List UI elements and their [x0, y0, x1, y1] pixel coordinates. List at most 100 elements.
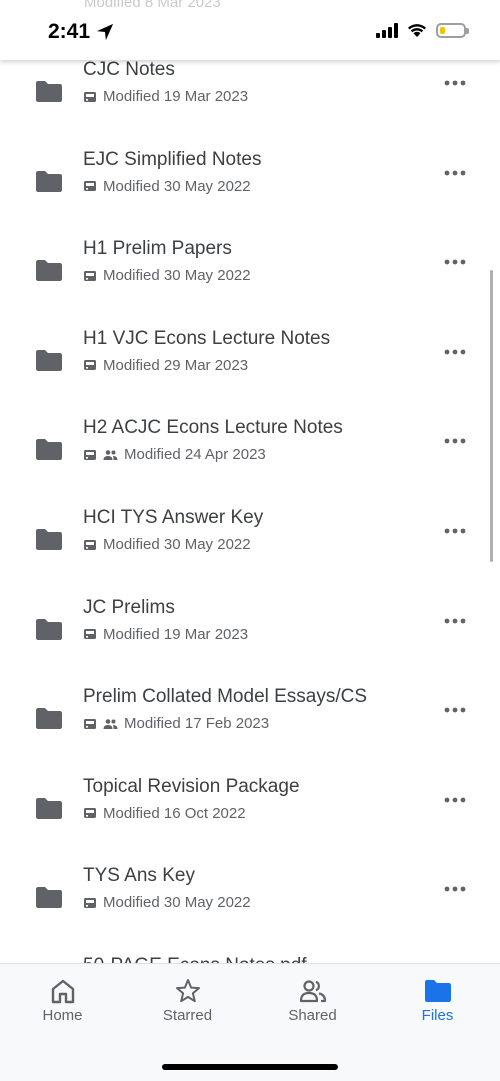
more-options-button[interactable]: [435, 426, 475, 456]
more-options-button[interactable]: [435, 158, 475, 188]
wifi-icon: [408, 24, 426, 37]
storage-icon: [84, 449, 96, 460]
file-name: H1 Prelim Papers: [83, 238, 232, 260]
storage-icon: [84, 808, 96, 819]
more-options-button[interactable]: [435, 695, 475, 725]
file-meta: Modified 19 Mar 2023: [83, 626, 248, 643]
file-meta: Modified 16 Oct 2022: [83, 805, 246, 822]
file-name: Prelim Collated Model Essays/CS: [83, 686, 368, 708]
storage-icon: [84, 270, 96, 281]
file-meta: Modified 17 Feb 2023: [83, 715, 269, 732]
folder-icon: [35, 618, 63, 640]
file-name: EJC Simplified Notes: [83, 148, 262, 170]
more-options-button[interactable]: [435, 516, 475, 546]
storage-icon: [84, 181, 96, 192]
file-meta: Modified 30 May 2022: [83, 178, 251, 195]
nav-starred-label: Starred: [162, 1007, 213, 1024]
storage-icon: [84, 539, 96, 550]
file-list: CJC Notes Modified 19 Mar 2023 EJC Simplif…: [0, 60, 500, 963]
nav-home[interactable]: Home: [0, 964, 125, 1034]
more-vert-icon: [444, 618, 466, 623]
more-vert-icon: [444, 528, 466, 534]
clock-text: 2:41: [48, 20, 91, 43]
folder-icon: [35, 259, 63, 282]
nav-files-label: Files: [421, 1007, 454, 1024]
folder-icon: [35, 80, 63, 102]
folder-icon: [35, 170, 63, 192]
more-options-button[interactable]: [435, 785, 475, 815]
nav-shared-label: Shared: [288, 1007, 337, 1024]
file-name: CJC Notes: [83, 60, 175, 80]
file-meta: Modified 30 May 2022: [83, 267, 251, 284]
file-name: H2 ACJC Econs Lecture Notes: [83, 417, 343, 439]
more-vert-icon: [444, 886, 466, 892]
storage-icon: [84, 897, 96, 908]
file-meta: Modified 19 Mar 2023: [83, 88, 248, 105]
shared-people-icon: [103, 718, 118, 729]
file-row[interactable]: EJC Simplified Notes Modified 30 May 2022: [0, 148, 500, 240]
storage-icon: [84, 360, 96, 371]
modified-date: Modified 29 Mar 2023: [103, 356, 249, 374]
storage-icon: [84, 629, 96, 640]
home-indicator[interactable]: [162, 1064, 338, 1070]
more-vert-icon: [444, 259, 466, 265]
cellular-signal-icon: [376, 22, 398, 38]
file-name: TYS Ans Key: [83, 865, 195, 887]
more-options-button[interactable]: [435, 337, 475, 367]
status-time: 2:41: [48, 20, 114, 44]
more-vert-icon: [444, 80, 466, 86]
storage-icon: [84, 91, 96, 102]
file-row[interactable]: Prelim Collated Model Essays/CS Modified …: [0, 686, 500, 777]
modified-date: Modified 30 May 2022: [103, 536, 251, 553]
folder-icon: [35, 707, 63, 730]
more-vert-icon: [444, 438, 466, 444]
file-row[interactable]: JC Prelims Modified 19 Mar 2023: [0, 596, 500, 688]
folder-icon: [35, 349, 63, 371]
more-vert-icon: [444, 797, 466, 803]
more-vert-icon: [444, 707, 466, 713]
more-options-button[interactable]: [435, 874, 475, 904]
modified-date: Modified 30 May 2022: [103, 177, 251, 195]
modified-date: Modified 30 May 2022: [103, 894, 251, 912]
scrollbar[interactable]: [490, 270, 493, 562]
file-row[interactable]: H2 ACJC Econs Lecture Notes Modified 24 A…: [0, 417, 500, 508]
bottom-navigation: Home Starred Shared Files: [0, 963, 500, 1081]
nav-starred[interactable]: Starred: [125, 964, 250, 1034]
modified-date: Modified 17 Feb 2023: [124, 715, 270, 733]
file-meta: Modified 24 Apr 2023: [83, 446, 266, 463]
star-icon: [175, 979, 200, 1003]
file-meta: Modified 29 Mar 2023: [83, 357, 248, 374]
more-vert-icon: [444, 170, 466, 175]
peek-modified-text: Modified 8 Mar 2023: [84, 0, 221, 11]
file-name: H1 VJC Econs Lecture Notes: [83, 327, 331, 349]
file-row[interactable]: H1 Prelim Papers Modified 30 May 2022: [0, 238, 500, 329]
file-name: JC Prelims: [83, 596, 175, 618]
modified-date: Modified 24 Apr 2023: [124, 446, 266, 464]
modified-date: Modified 30 May 2022: [103, 267, 251, 285]
file-row[interactable]: Topical Revision Package Modified 16 Oct …: [0, 775, 500, 867]
file-name: Topical Revision Package: [83, 775, 300, 797]
file-row[interactable]: H1 VJC Econs Lecture Notes Modified 29 Ma…: [0, 327, 500, 419]
storage-icon: [84, 718, 96, 729]
modified-date: Modified 19 Mar 2023: [103, 88, 249, 105]
file-row[interactable]: CJC Notes Modified 19 Mar 2023: [0, 60, 500, 150]
more-options-button[interactable]: [435, 247, 475, 277]
nav-shared[interactable]: Shared: [250, 964, 375, 1034]
file-row[interactable]: HCI TYS Answer Key Modified 30 May 2022: [0, 507, 500, 598]
nav-files[interactable]: Files: [375, 964, 500, 1034]
file-row[interactable]: TYS Ans Key Modified 30 May 2022: [0, 865, 500, 956]
more-vert-icon: [444, 349, 466, 355]
file-row-partial[interactable]: 50-PAGE Econs Notes.pdf: [0, 955, 500, 963]
modified-date: Modified 16 Oct 2022: [103, 804, 246, 822]
more-options-button[interactable]: [435, 68, 475, 98]
folder-icon: [35, 797, 63, 819]
file-meta: Modified 30 May 2022: [83, 536, 251, 553]
previous-row-peek: Modified 8 Mar 2023: [84, 0, 221, 11]
home-icon: [51, 979, 74, 1004]
more-options-button[interactable]: [435, 606, 475, 636]
nav-home-label: Home: [42, 1007, 83, 1024]
file-name: 50-PAGE Econs Notes.pdf: [83, 955, 307, 963]
location-arrow-icon: [96, 23, 114, 41]
battery-icon: [436, 22, 469, 38]
file-meta: Modified 30 May 2022: [83, 894, 251, 911]
